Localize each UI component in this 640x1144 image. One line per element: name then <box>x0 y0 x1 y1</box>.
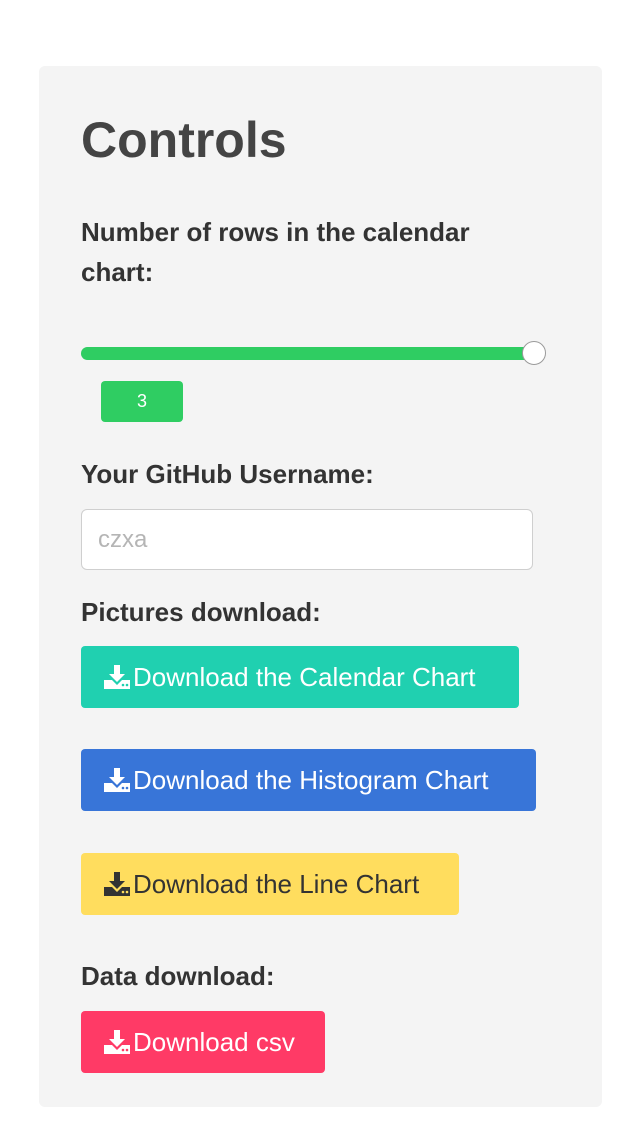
rows-slider-label: Number of rows in the calendar chart: <box>81 217 470 287</box>
rows-slider[interactable] <box>81 341 546 365</box>
download-csv-button[interactable]: Download csv <box>81 1011 325 1073</box>
download-calendar-chart-label: Download the Calendar Chart <box>133 662 476 692</box>
download-line-chart-button[interactable]: Download the Line Chart <box>81 853 459 915</box>
github-username-input[interactable] <box>81 509 533 570</box>
download-icon <box>103 1029 131 1055</box>
download-icon <box>103 664 131 690</box>
download-csv-label: Download csv <box>133 1027 295 1057</box>
download-histogram-chart-button[interactable]: Download the Histogram Chart <box>81 749 536 811</box>
download-line-chart-label: Download the Line Chart <box>133 869 420 899</box>
download-icon <box>103 871 131 897</box>
controls-panel: Controls Number of rows in the calendar … <box>39 66 602 1107</box>
data-download-label: Data download: <box>81 961 275 991</box>
download-calendar-chart-button[interactable]: Download the Calendar Chart <box>81 646 519 708</box>
username-label: Your GitHub Username: <box>81 459 374 489</box>
download-icon <box>103 767 131 793</box>
panel-title: Controls <box>81 112 287 168</box>
download-histogram-chart-label: Download the Histogram Chart <box>133 765 489 795</box>
slider-fill <box>81 347 534 360</box>
pictures-download-label: Pictures download: <box>81 597 321 627</box>
slider-value-badge: 3 <box>101 381 183 422</box>
slider-handle[interactable] <box>522 341 546 365</box>
